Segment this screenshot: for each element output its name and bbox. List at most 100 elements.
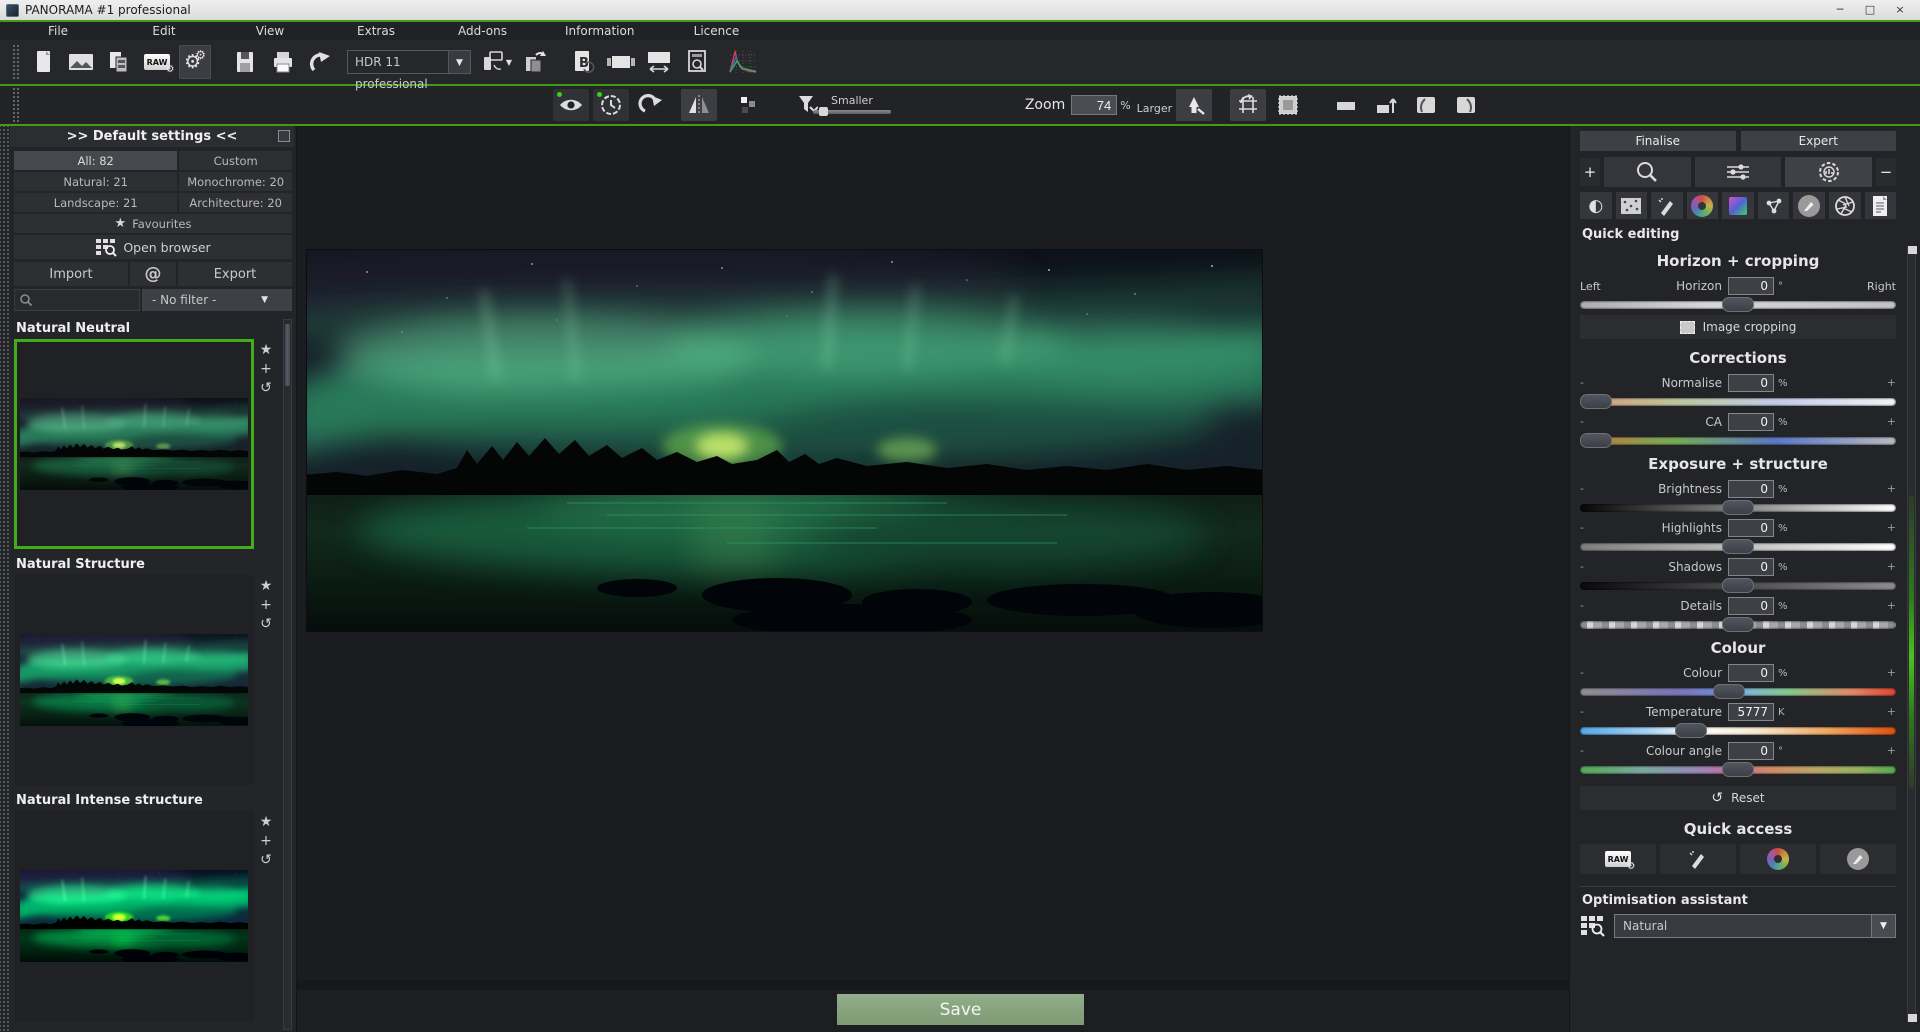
increase-label[interactable]: + (1887, 560, 1896, 573)
batch-processing-button[interactable]: B (567, 45, 599, 79)
zoom-larger-button[interactable] (1176, 89, 1212, 121)
page-curl-right-button[interactable] (1448, 89, 1484, 121)
decrease-label[interactable]: - (1580, 376, 1584, 389)
rgb-tool-button[interactable] (1722, 192, 1754, 219)
quick-raw-button[interactable]: RAW⚙ (1580, 844, 1656, 874)
add-icon[interactable]: + (260, 834, 272, 848)
curves-tool-button[interactable] (1758, 192, 1790, 219)
decrease-label[interactable]: - (1580, 666, 1584, 679)
new-file-button[interactable] (27, 45, 59, 79)
filter-natural[interactable]: Natural: 21 (14, 172, 177, 191)
remove-panel-button[interactable]: − (1876, 158, 1896, 186)
export-presets-button[interactable]: Export (178, 262, 292, 286)
redo-button[interactable] (633, 89, 669, 121)
search-input[interactable] (14, 289, 140, 311)
original-view-button[interactable] (593, 89, 629, 121)
histogram-button[interactable] (727, 45, 759, 79)
tab-finalise[interactable]: Finalise (1580, 131, 1736, 151)
panorama-format-button[interactable] (605, 45, 637, 79)
add-panel-button[interactable]: + (1580, 158, 1600, 186)
scrollbar-thumb[interactable] (285, 324, 290, 386)
scrollbar-cap[interactable] (1908, 246, 1917, 254)
scrollbar-thumb[interactable] (1909, 495, 1914, 789)
menu-view[interactable]: View (246, 24, 294, 38)
slider-handle[interactable] (1722, 500, 1754, 515)
shadows-value[interactable]: 0 (1728, 558, 1774, 576)
increase-label[interactable]: + (1887, 599, 1896, 612)
preset-thumbnail-natural-structure[interactable] (14, 575, 254, 785)
decrease-label[interactable]: - (1580, 415, 1584, 428)
panel-scrollbar[interactable] (1907, 246, 1916, 1022)
filter-monochrome[interactable]: Monochrome: 20 (179, 172, 292, 191)
thumbnail-size-slider[interactable] (813, 110, 891, 114)
add-icon[interactable]: + (260, 362, 272, 376)
print-button[interactable] (267, 45, 299, 79)
adjustments-button[interactable] (1695, 157, 1782, 187)
filter-all[interactable]: All: 82 (14, 151, 177, 170)
slider-handle[interactable] (1722, 539, 1754, 554)
increase-label[interactable]: + (1887, 376, 1896, 389)
raw-settings-button[interactable]: RAW⚙ (141, 45, 173, 79)
menu-information[interactable]: Information (565, 24, 634, 38)
decrease-label[interactable]: - (1580, 744, 1584, 757)
slider-handle[interactable] (1722, 578, 1754, 593)
sharpen-tool-button[interactable] (1793, 192, 1825, 219)
refresh-icon[interactable]: ↺ (260, 381, 272, 395)
menu-licence[interactable]: Licence (692, 24, 740, 38)
flip-horizontal-button[interactable] (681, 89, 717, 121)
snap-grid-button[interactable] (1270, 89, 1306, 121)
decrease-label[interactable]: - (1580, 599, 1584, 612)
preset-thumbnail-natural-intense-structure[interactable] (14, 811, 254, 1021)
star-icon[interactable]: ★ (260, 579, 273, 593)
panel-grip[interactable] (0, 126, 10, 1032)
slider-handle[interactable] (1722, 617, 1754, 632)
dock-icon[interactable] (278, 130, 290, 142)
settings-gears-button[interactable]: ⚙ ⚙ (179, 45, 211, 79)
increase-label[interactable]: + (1887, 744, 1896, 757)
export-button[interactable] (305, 45, 337, 79)
ca-slider[interactable] (1580, 437, 1896, 445)
slider-handle[interactable] (819, 107, 828, 116)
slider-handle[interactable] (1580, 433, 1612, 448)
chevron-down-icon[interactable]: ▼ (449, 50, 471, 74)
aperture-tool-button[interactable] (1829, 192, 1861, 219)
filter-dropdown[interactable]: - No filter - ▼ (142, 289, 292, 311)
decrease-label[interactable]: - (1580, 705, 1584, 718)
menu-addons[interactable]: Add-ons (458, 24, 507, 38)
temperature-slider[interactable] (1580, 727, 1896, 735)
colour-angle-slider[interactable] (1580, 766, 1896, 774)
star-icon[interactable]: ★ (260, 815, 273, 829)
quick-retouch-button[interactable] (1660, 844, 1736, 874)
highlights-slider[interactable] (1580, 543, 1896, 551)
normalise-value[interactable]: 0 (1728, 374, 1774, 392)
fit-height-button[interactable] (1368, 89, 1404, 121)
decrease-label[interactable]: - (1580, 521, 1584, 534)
preset-dropdown-value[interactable]: HDR 11 professional (347, 50, 449, 74)
zoom-input[interactable] (1071, 95, 1117, 115)
detail-view-button[interactable] (731, 89, 767, 121)
denoise-tool-button[interactable] (1616, 192, 1648, 219)
assistant-grid-icon[interactable] (1580, 914, 1606, 938)
transfer-devices-button[interactable]: ▼ (481, 45, 513, 79)
preset-thumbnail-natural-neutral[interactable] (14, 339, 254, 549)
save-image-button[interactable]: Save (837, 994, 1084, 1025)
copy-settings-button[interactable] (103, 45, 135, 79)
filter-custom[interactable]: Custom (179, 151, 292, 170)
save-button[interactable] (229, 45, 261, 79)
import-button[interactable]: Import (14, 262, 128, 286)
preset-list-scrollbar[interactable] (283, 319, 292, 1030)
maximize-button[interactable]: □ (1856, 2, 1884, 19)
slider-handle[interactable] (1722, 297, 1754, 312)
details-slider[interactable] (1580, 621, 1896, 629)
optimisation-dropdown[interactable]: Natural ▼ (1614, 914, 1896, 938)
toolbar-grip[interactable] (12, 87, 19, 123)
compare-view-button[interactable] (553, 89, 589, 121)
increase-label[interactable]: + (1887, 705, 1896, 718)
shadows-slider[interactable] (1580, 582, 1896, 590)
contrast-tool-button[interactable]: ◐ (1580, 192, 1612, 219)
decrease-label[interactable]: - (1580, 482, 1584, 495)
report-tool-button[interactable] (1865, 192, 1897, 219)
fit-width-button[interactable] (1328, 89, 1364, 121)
image-cropping-button[interactable]: Image cropping (1580, 315, 1896, 339)
thumbnail-size-button[interactable] (789, 89, 825, 121)
